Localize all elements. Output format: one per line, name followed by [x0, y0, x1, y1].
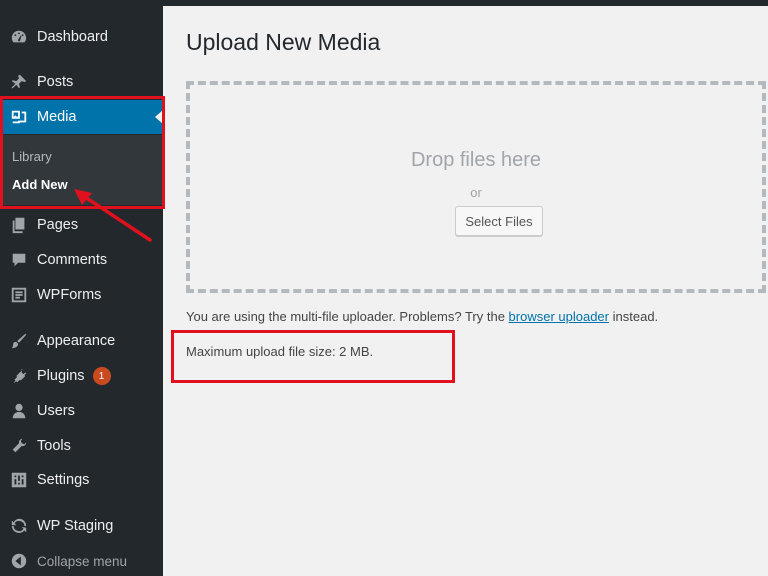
pin-icon [9, 72, 29, 92]
sidebar-item-label: Posts [37, 74, 74, 90]
sidebar-item-tools[interactable]: Tools [0, 429, 163, 463]
sidebar-item-label: WPForms [37, 287, 102, 303]
sidebar-item-settings[interactable]: Settings [0, 463, 163, 497]
admin-bar-strip [163, 0, 768, 6]
wrench-icon [9, 436, 29, 456]
plug-icon [9, 366, 29, 386]
staging-icon [9, 516, 29, 536]
red-arrow-icon [74, 189, 152, 242]
sidebar-item-label: Users [37, 403, 75, 419]
sidebar-item-wpforms[interactable]: WPForms [0, 278, 163, 312]
sidebar-item-label: Collapse menu [37, 553, 128, 569]
sidebar-item-posts[interactable]: Posts [0, 65, 163, 99]
sidebar-item-label: Dashboard [37, 29, 108, 45]
select-files-button[interactable]: Select Files [455, 206, 543, 236]
sidebar-item-label: Settings [37, 472, 90, 488]
info-suffix: instead. [612, 309, 659, 324]
drop-files-text: Drop files here [410, 149, 542, 171]
update-count-badge: 1 [92, 367, 111, 385]
max-size-highlight-box [171, 330, 455, 383]
admin-sidebar: Dashboard Posts Media Library Add New Pa… [0, 0, 163, 576]
sidebar-item-plugins[interactable]: Plugins 1 [0, 359, 163, 393]
collapse-icon [9, 551, 29, 571]
collapse-menu-button[interactable]: Collapse menu [0, 544, 163, 576]
pages-icon [9, 215, 29, 235]
sidebar-item-wp-staging[interactable]: WP Staging [0, 509, 163, 543]
user-icon [9, 401, 29, 421]
dashboard-icon [9, 27, 29, 47]
sidebar-item-dashboard[interactable]: Dashboard [0, 20, 163, 54]
sidebar-item-label: Plugins [37, 368, 85, 384]
sidebar-item-appearance[interactable]: Appearance [0, 324, 163, 358]
form-icon [9, 285, 29, 305]
sidebar-item-label: Comments [37, 252, 108, 268]
comment-icon [9, 250, 29, 270]
page-title: Upload New Media [186, 29, 381, 55]
or-text: or [470, 185, 482, 200]
sidebar-item-comments[interactable]: Comments [0, 243, 163, 277]
settings-icon [9, 470, 29, 490]
browser-uploader-link[interactable]: browser uploader [509, 309, 609, 324]
drop-zone[interactable]: Drop files here or Select Files [186, 81, 766, 293]
uploader-info: You are using the multi-file uploader. P… [186, 309, 658, 324]
sidebar-item-users[interactable]: Users [0, 394, 163, 428]
sidebar-item-label: WP Staging [37, 518, 114, 534]
sidebar-item-label: Appearance [37, 333, 116, 349]
sidebar-item-label: Tools [37, 438, 71, 454]
brush-icon [9, 331, 29, 351]
info-prefix: You are using the multi-file uploader. P… [186, 309, 505, 324]
